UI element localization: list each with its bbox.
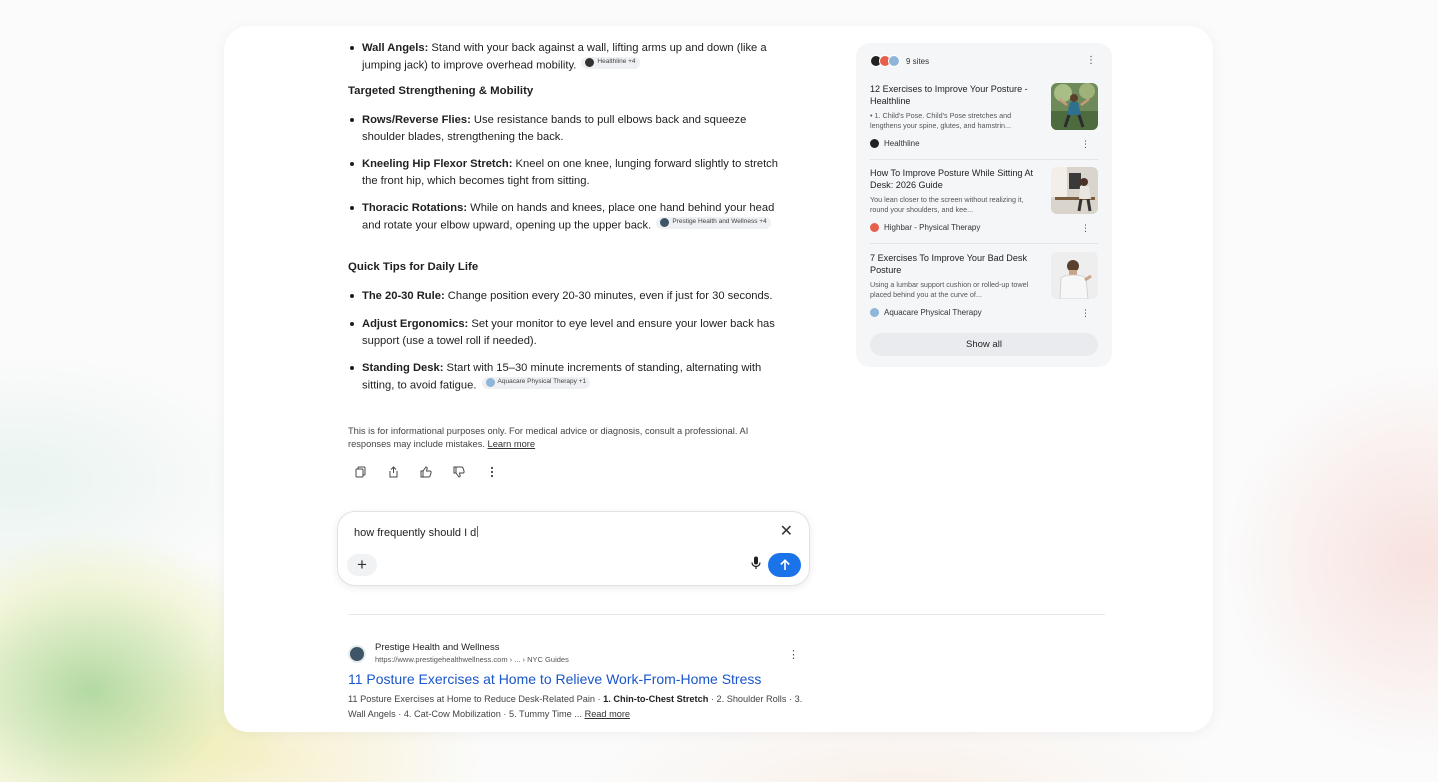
arrow-up-icon — [779, 559, 790, 570]
bullet-wall-angels: Wall Angels: Stand with your back agains… — [350, 40, 787, 74]
source-thumbnail — [1051, 167, 1098, 214]
source-label: Aquacare Physical Therapy — [884, 308, 982, 317]
source-menu-icon[interactable]: ⋮ — [1081, 308, 1090, 319]
source-desc: Using a lumbar support cushion or rolled… — [870, 280, 1029, 299]
highbar-icon — [870, 223, 879, 232]
feedback-actions — [352, 464, 500, 480]
heading-strengthening: Targeted Strengthening & Mobility — [348, 85, 534, 97]
bullet-label: Rows/Reverse Flies: — [362, 114, 471, 126]
healthline-icon — [585, 58, 595, 67]
send-button[interactable] — [768, 553, 801, 577]
disclaimer-text: This is for informational purposes only.… — [348, 426, 749, 449]
source-title[interactable]: How To Improve Posture While Sitting At … — [870, 167, 1040, 191]
bullet-label: Wall Angels: — [362, 42, 429, 54]
share-icon[interactable] — [385, 464, 401, 480]
search-panel: Wall Angels: Stand with your back agains… — [224, 26, 1213, 732]
chip-label: Aquacare Physical Therapy +1 — [497, 378, 587, 386]
chip-label: Healthline +4 — [597, 58, 636, 66]
learn-more-link[interactable]: Learn more — [488, 439, 536, 449]
source-desc: You lean closer to the screen without re… — [870, 195, 1024, 214]
citation-chip[interactable]: Prestige Health and Wellness +4 — [656, 216, 771, 229]
source-name: Healthline — [870, 139, 920, 148]
bullet-thoracic: Thoracic Rotations: While on hands and k… — [350, 200, 782, 234]
chip-label: Prestige Health and Wellness +4 — [672, 218, 767, 226]
follow-up-composer[interactable]: how frequently should I d ✕ + — [337, 511, 810, 586]
separator — [870, 159, 1098, 160]
mic-icon[interactable] — [751, 556, 761, 575]
sources-panel: 9 sites ⋮ 12 Exercises to Improve Your P… — [856, 43, 1112, 367]
bullet-label: Standing Desk: — [362, 362, 444, 374]
bullet-standing: Standing Desk: Start with 15–30 minute i… — [350, 360, 787, 394]
result-site-name[interactable]: Prestige Health and Wellness — [375, 642, 499, 653]
close-icon[interactable]: ✕ — [780, 524, 793, 540]
source-label: Healthline — [884, 139, 920, 148]
copy-icon[interactable] — [352, 464, 368, 480]
snippet-highlight: 1. Chin-to-Chest Stretch — [603, 694, 709, 704]
healthline-icon — [870, 139, 879, 148]
bullet-text: Change position every 20-30 minutes, eve… — [444, 290, 773, 302]
sources-header[interactable]: 9 sites — [870, 55, 929, 67]
bullet-kneeling: Kneeling Hip Flexor Stretch: Kneel on on… — [350, 156, 787, 189]
source-title[interactable]: 12 Exercises to Improve Your Posture - H… — [870, 83, 1040, 107]
aquacare-icon — [888, 55, 900, 67]
add-button[interactable]: + — [347, 554, 377, 576]
source-menu-icon[interactable]: ⋮ — [1081, 223, 1090, 234]
source-thumbnail — [1051, 252, 1098, 299]
result-title-link[interactable]: 11 Posture Exercises at Home to Relieve … — [348, 671, 761, 687]
citation-chip[interactable]: Aquacare Physical Therapy +1 — [481, 376, 591, 389]
source-label: Highbar - Physical Therapy — [884, 223, 981, 232]
source-name: Highbar - Physical Therapy — [870, 223, 980, 232]
prestige-icon — [660, 218, 670, 227]
disclaimer: This is for informational purposes only.… — [348, 425, 788, 450]
source-menu-icon[interactable]: ⋮ — [1081, 139, 1090, 150]
snippet-text: 11 Posture Exercises at Home to Reduce D… — [348, 694, 604, 704]
result-url[interactable]: https://www.prestigehealthwellness.com ›… — [375, 655, 569, 664]
result-snippet: 11 Posture Exercises at Home to Reduce D… — [348, 692, 803, 722]
follow-up-input[interactable]: how frequently should I d — [354, 526, 478, 539]
bullet-rule: The 20-30 Rule: Change position every 20… — [350, 288, 787, 305]
source-card[interactable]: 12 Exercises to Improve Your Posture - H… — [870, 83, 1098, 153]
separator — [870, 243, 1098, 244]
heading-tips: Quick Tips for Daily Life — [348, 261, 479, 273]
result-menu-icon[interactable]: ⋮ — [788, 648, 799, 661]
bullet-label: The 20-30 Rule: — [362, 290, 445, 302]
show-all-button[interactable]: Show all — [870, 333, 1098, 356]
source-card[interactable]: 7 Exercises To Improve Your Bad Desk Pos… — [870, 252, 1098, 322]
thumbs-down-icon[interactable] — [451, 464, 467, 480]
sources-count: 9 sites — [906, 56, 930, 66]
bullet-label: Adjust Ergonomics: — [362, 318, 469, 330]
bullet-rows: Rows/Reverse Flies: Use resistance bands… — [350, 112, 787, 145]
bullet-ergonomics: Adjust Ergonomics: Set your monitor to e… — [350, 316, 787, 349]
thumbs-up-icon[interactable] — [418, 464, 434, 480]
aquacare-icon — [485, 378, 495, 387]
aquacare-icon — [870, 308, 879, 317]
source-thumbnail — [1051, 83, 1098, 130]
source-desc: • 1. Child's Pose. Child's Pose stretche… — [870, 111, 1012, 130]
source-title[interactable]: 7 Exercises To Improve Your Bad Desk Pos… — [870, 252, 1040, 276]
prestige-favicon — [348, 645, 366, 663]
divider — [348, 614, 1105, 615]
source-name: Aquacare Physical Therapy — [870, 308, 982, 317]
more-options-icon[interactable] — [484, 464, 500, 480]
bullet-label: Thoracic Rotations: — [362, 202, 468, 214]
read-more-link[interactable]: Read more — [585, 709, 630, 719]
source-card[interactable]: How To Improve Posture While Sitting At … — [870, 167, 1098, 237]
sources-menu-icon[interactable]: ⋮ — [1086, 55, 1096, 66]
citation-chip[interactable]: Healthline +4 — [581, 56, 640, 69]
bullet-label: Kneeling Hip Flexor Stretch: — [362, 158, 513, 170]
